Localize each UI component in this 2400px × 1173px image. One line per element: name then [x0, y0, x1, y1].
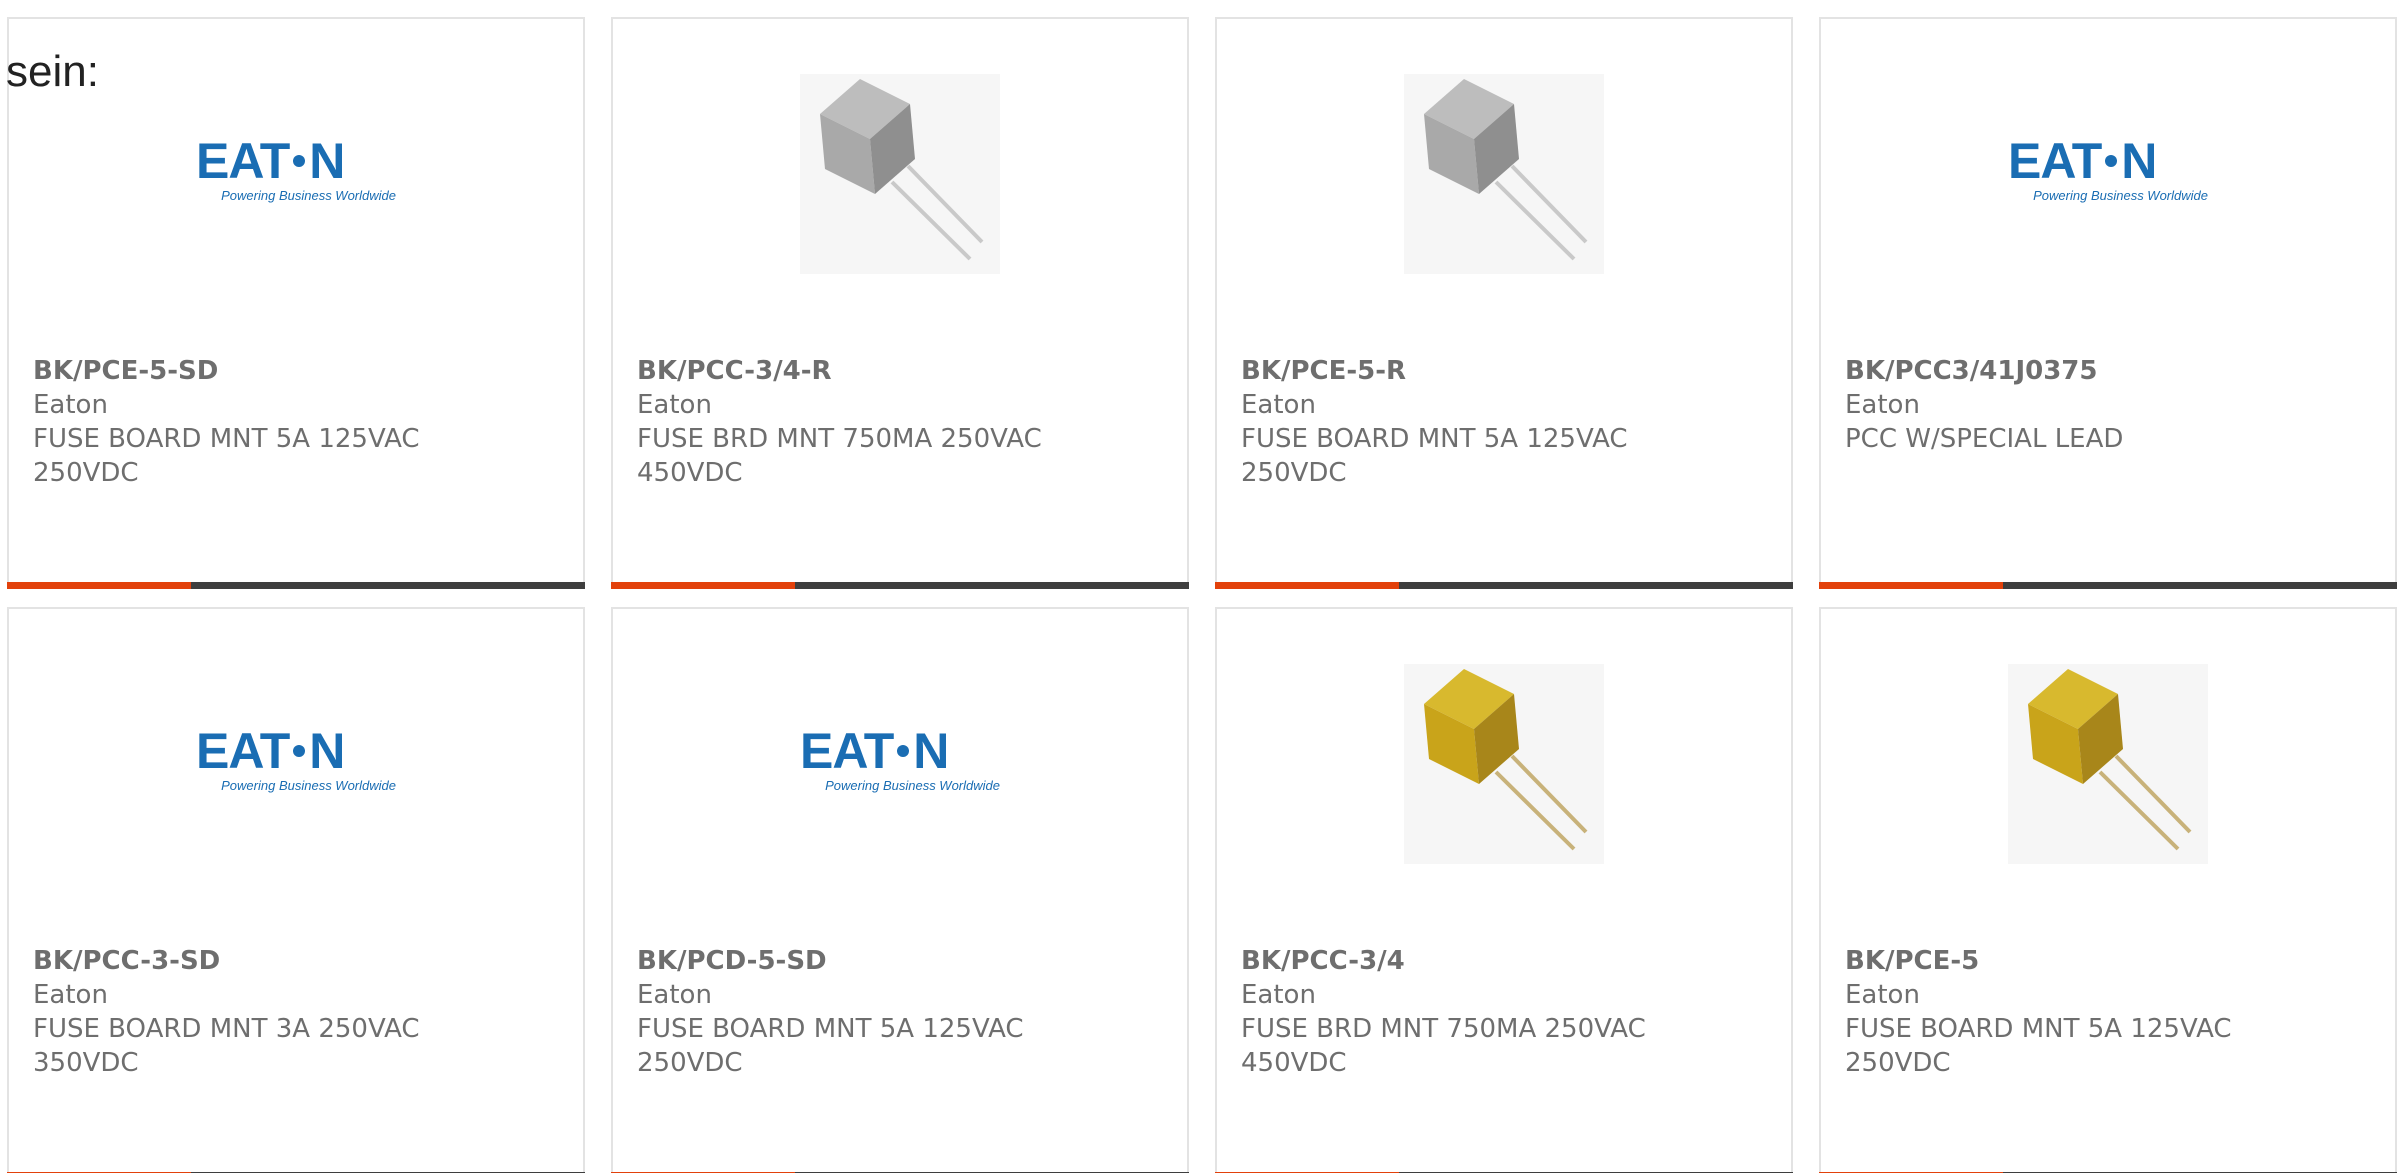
product-grid: EAT N Powering Business Worldwide BK/PCE-5-…	[7, 17, 2400, 1173]
eaton-logo: EAT N Powering Business Worldwide	[800, 728, 1000, 793]
part-number-link[interactable]: BK/PCC-3/4	[1241, 944, 1771, 978]
card-accent-bar	[611, 582, 795, 589]
product-info: BK/PCE-5-SD Eaton FUSE BOARD MNT 5A 125VAC…	[33, 354, 563, 490]
product-image[interactable]	[1821, 664, 2395, 864]
product-image[interactable]: EAT N Powering Business Worldwide	[1821, 74, 2395, 274]
product-image[interactable]: EAT N Powering Business Worldwide	[9, 664, 583, 864]
product-image[interactable]	[1217, 664, 1791, 864]
manufacturer: Eaton	[637, 980, 712, 1010]
part-number-link[interactable]: BK/PCE-5-SD	[33, 354, 563, 388]
product-card[interactable]: EAT N Powering Business Worldwide BK/PCC-3-…	[7, 607, 585, 1173]
manufacturer: Eaton	[637, 390, 712, 420]
product-info: BK/PCC-3/4-R Eaton FUSE BRD MNT 750MA 250V…	[637, 354, 1167, 490]
product-description: FUSE BRD MNT 750MA 250VAC 450VDC	[1241, 1014, 1646, 1078]
product-card[interactable]: BK/PCC-3/4 Eaton FUSE BRD MNT 750MA 250VAC…	[1215, 607, 1793, 1173]
lead-text: sein:	[6, 47, 99, 96]
part-number-link[interactable]: BK/PCE-5-R	[1241, 354, 1771, 388]
product-description: FUSE BOARD MNT 3A 250VAC 350VDC	[33, 1014, 420, 1078]
product-card[interactable]: EAT N Powering Business Worldwide BK/PCC3/4…	[1819, 17, 2397, 589]
card-bottom-bar	[1215, 582, 1793, 589]
product-info: BK/PCE-5 Eaton FUSE BOARD MNT 5A 125VAC 25…	[1845, 944, 2375, 1080]
product-image[interactable]	[1217, 74, 1791, 274]
product-description: FUSE BOARD MNT 5A 125VAC 250VDC	[1241, 424, 1628, 488]
manufacturer: Eaton	[1241, 390, 1316, 420]
product-card[interactable]: BK/PCC-3/4-R Eaton FUSE BRD MNT 750MA 250V…	[611, 17, 1189, 589]
manufacturer: Eaton	[33, 390, 108, 420]
manufacturer: Eaton	[1845, 390, 1920, 420]
gray-fuse-image	[800, 74, 1000, 274]
eaton-logo: EAT N Powering Business Worldwide	[196, 138, 396, 203]
product-card[interactable]: BK/PCE-5 Eaton FUSE BOARD MNT 5A 125VAC 25…	[1819, 607, 2397, 1173]
part-number-link[interactable]: BK/PCC-3-SD	[33, 944, 563, 978]
product-description: FUSE BRD MNT 750MA 250VAC 450VDC	[637, 424, 1042, 488]
part-number-link[interactable]: BK/PCD-5-SD	[637, 944, 1167, 978]
product-image[interactable]	[613, 74, 1187, 274]
product-description: FUSE BOARD MNT 5A 125VAC 250VDC	[637, 1014, 1024, 1078]
part-number-link[interactable]: BK/PCC-3/4-R	[637, 354, 1167, 388]
part-number-link[interactable]: BK/PCC3/41J0375	[1845, 354, 2375, 388]
product-info: BK/PCE-5-R Eaton FUSE BOARD MNT 5A 125VAC …	[1241, 354, 1771, 490]
manufacturer: Eaton	[1241, 980, 1316, 1010]
eaton-logo: EAT N Powering Business Worldwide	[196, 728, 396, 793]
eaton-logo: EAT N Powering Business Worldwide	[2008, 138, 2208, 203]
product-card[interactable]: EAT N Powering Business Worldwide BK/PCE-5-…	[7, 17, 585, 589]
product-card[interactable]: BK/PCE-5-R Eaton FUSE BOARD MNT 5A 125VAC …	[1215, 17, 1793, 589]
product-info: BK/PCC-3/4 Eaton FUSE BRD MNT 750MA 250VAC…	[1241, 944, 1771, 1080]
product-image[interactable]: EAT N Powering Business Worldwide	[9, 74, 583, 274]
gray-fuse-image	[1404, 74, 1604, 274]
product-description: FUSE BOARD MNT 5A 125VAC 250VDC	[33, 424, 420, 488]
product-description: PCC W/SPECIAL LEAD	[1845, 424, 2124, 454]
yellow-fuse-image	[2008, 664, 2208, 864]
card-accent-bar	[1819, 582, 2003, 589]
part-number-link[interactable]: BK/PCE-5	[1845, 944, 2375, 978]
card-accent-bar	[7, 582, 191, 589]
product-image[interactable]: EAT N Powering Business Worldwide	[613, 664, 1187, 864]
product-info: BK/PCD-5-SD Eaton FUSE BOARD MNT 5A 125VAC…	[637, 944, 1167, 1080]
yellow-fuse-image	[1404, 664, 1604, 864]
product-info: BK/PCC-3-SD Eaton FUSE BOARD MNT 3A 250VAC…	[33, 944, 563, 1080]
manufacturer: Eaton	[33, 980, 108, 1010]
card-bottom-bar	[7, 582, 585, 589]
product-card[interactable]: EAT N Powering Business Worldwide BK/PCD-5-…	[611, 607, 1189, 1173]
card-accent-bar	[1215, 582, 1399, 589]
card-bottom-bar	[611, 582, 1189, 589]
product-description: FUSE BOARD MNT 5A 125VAC 250VDC	[1845, 1014, 2232, 1078]
product-info: BK/PCC3/41J0375 Eaton PCC W/SPECIAL LEAD	[1845, 354, 2375, 456]
manufacturer: Eaton	[1845, 980, 1920, 1010]
card-bottom-bar	[1819, 582, 2397, 589]
